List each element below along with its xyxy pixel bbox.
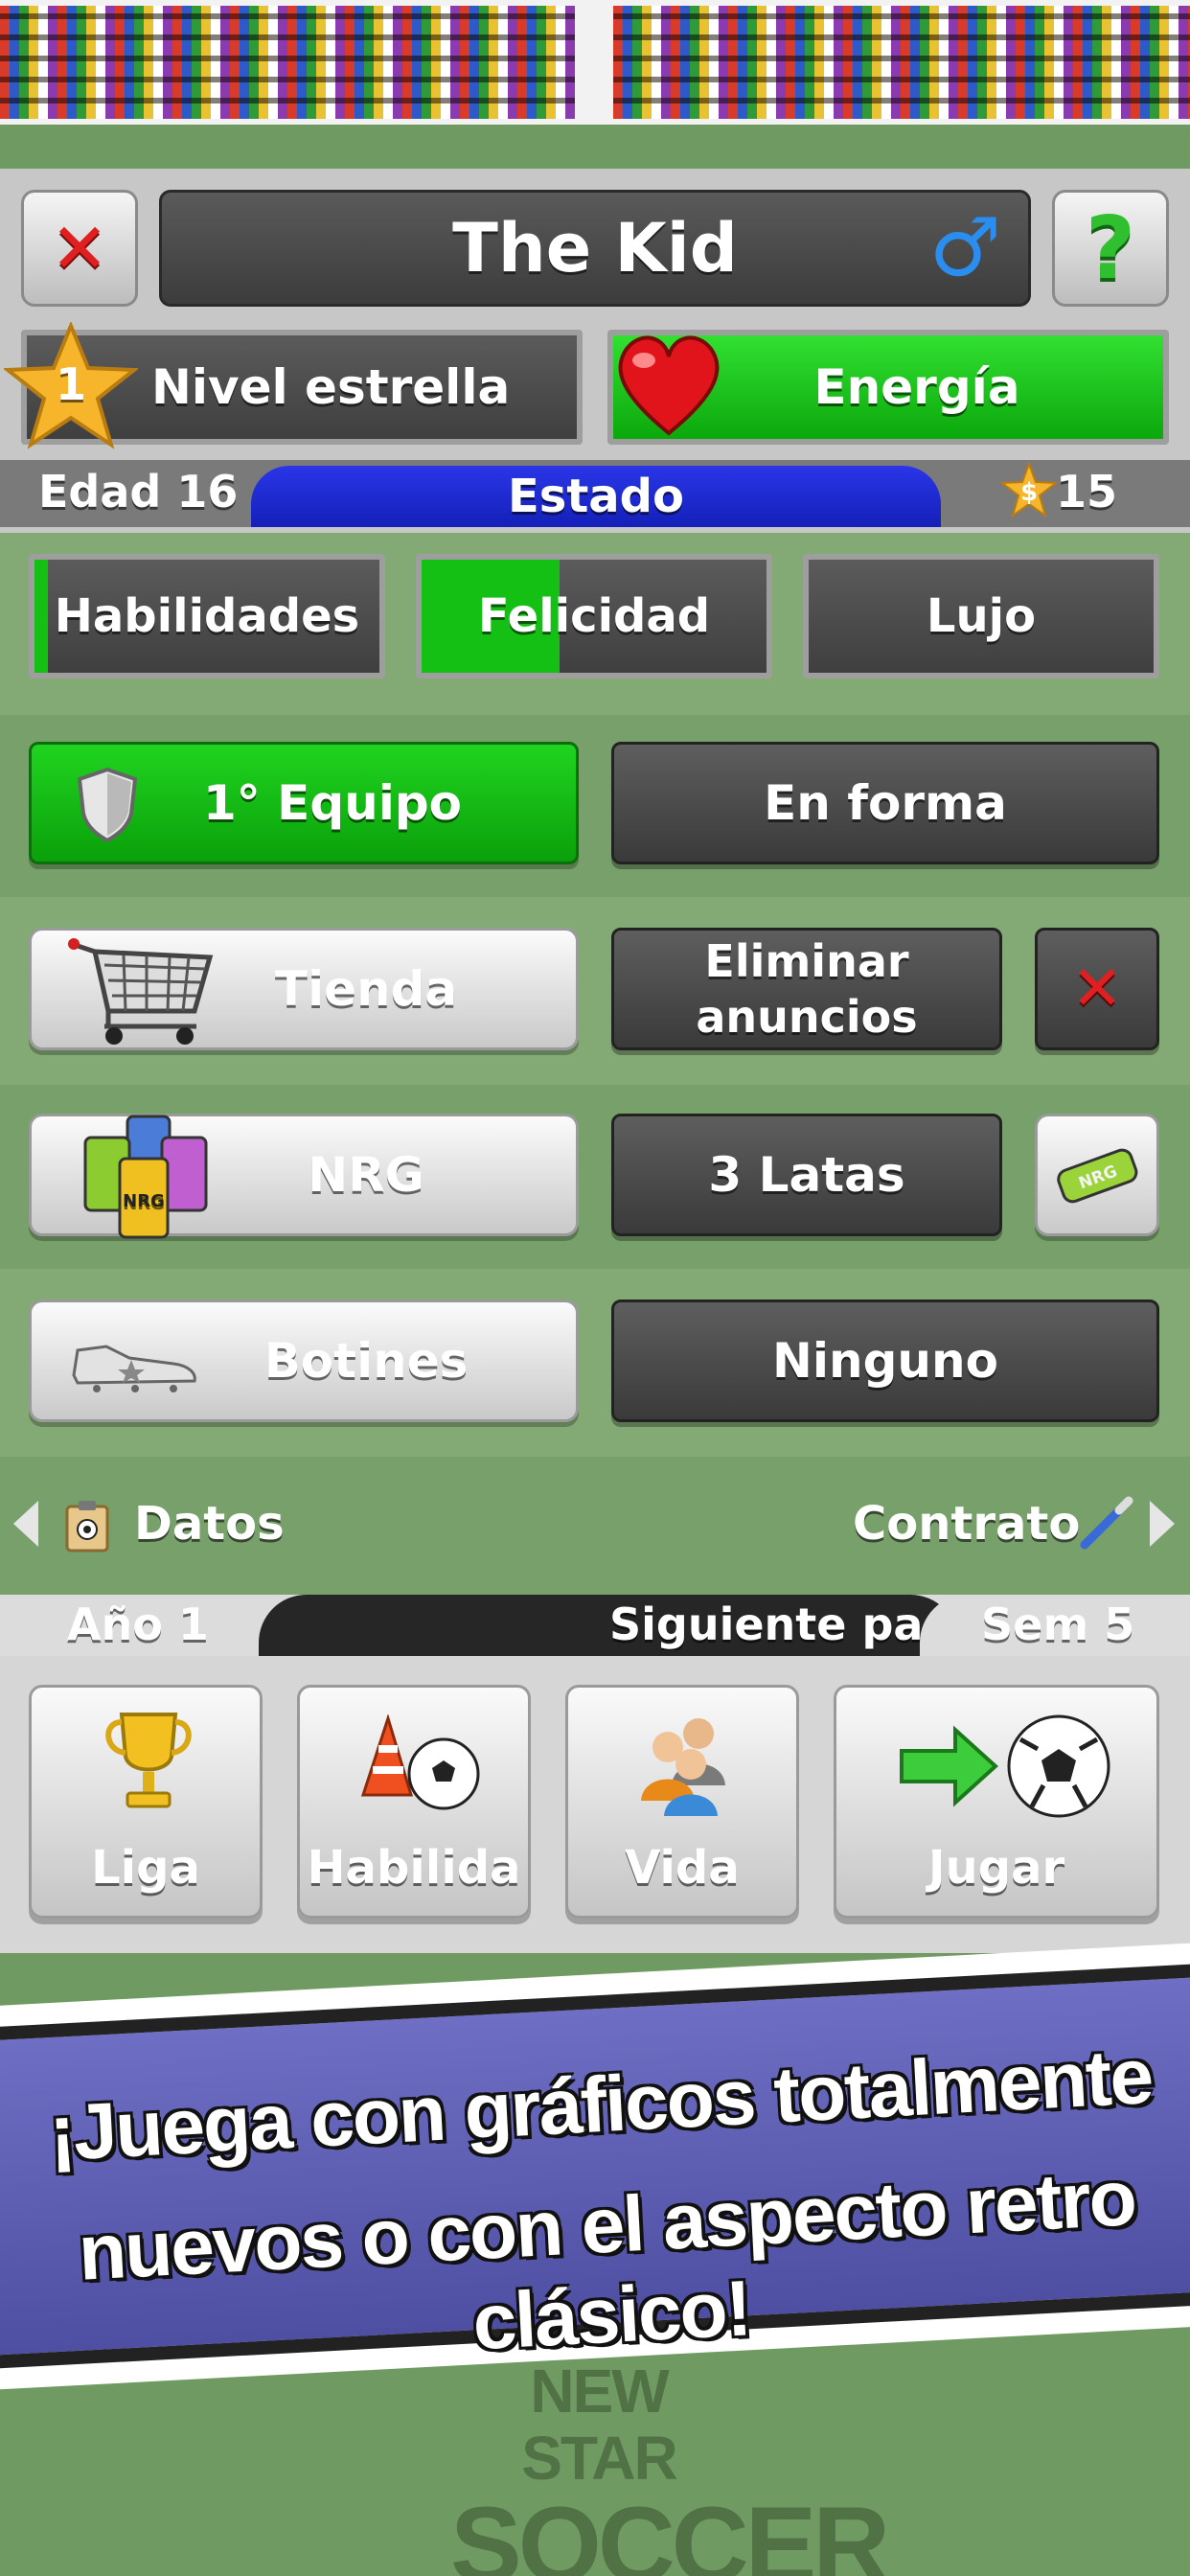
data-link[interactable]: Datos xyxy=(134,1497,285,1551)
star-level-label: Nivel estrella xyxy=(151,359,511,415)
heart-icon xyxy=(618,335,720,436)
status-title: Estado xyxy=(507,470,685,523)
league-button[interactable]: Liga xyxy=(29,1685,263,1919)
energy-cans-icon: NRG xyxy=(83,1115,208,1239)
play-label: Jugar xyxy=(927,1841,1065,1895)
remove-ads-line1: Eliminar xyxy=(704,935,909,987)
boots-button[interactable]: Botines xyxy=(29,1300,579,1422)
nrg-label: NRG xyxy=(308,1147,424,1203)
player-name-bar: The Kid ♂ xyxy=(159,190,1031,307)
crowd-left-image xyxy=(0,6,575,119)
team-label: 1° Equipo xyxy=(202,775,463,831)
year-label: Año 1 xyxy=(67,1598,209,1650)
logo-line-1: NEW STAR xyxy=(521,2357,677,2493)
age-label: Edad 16 xyxy=(38,466,239,518)
status-title-tab: Estado xyxy=(251,466,941,527)
team-button[interactable]: 1° Equipo xyxy=(29,742,579,864)
week-label: Sem 5 xyxy=(981,1598,1135,1650)
drink-can-button[interactable]: NRG xyxy=(1035,1114,1159,1236)
form-label: En forma xyxy=(764,775,1007,831)
life-label: Vida xyxy=(625,1841,740,1895)
close-icon: ✕ xyxy=(50,208,109,288)
arrow-ball-icon xyxy=(900,1714,1110,1818)
nrg-button[interactable]: NRG NRG xyxy=(29,1114,579,1239)
svg-text:$: $ xyxy=(1020,478,1038,507)
male-symbol-icon: ♂ xyxy=(928,200,1001,294)
skills-label: Habilidades xyxy=(54,589,360,643)
football-boot-icon xyxy=(72,1345,196,1392)
stadium-crowd xyxy=(0,0,1190,125)
skills-training-button[interactable]: Habilida xyxy=(297,1685,531,1919)
player-name: The Kid xyxy=(452,209,738,288)
people-icon xyxy=(641,1718,725,1816)
play-button[interactable]: Jugar xyxy=(834,1685,1159,1919)
left-arrow-icon[interactable] xyxy=(13,1501,38,1547)
life-button[interactable]: Vida xyxy=(565,1685,799,1919)
right-arrow-icon[interactable] xyxy=(1150,1501,1175,1547)
happiness-meter[interactable]: Felicidad xyxy=(416,554,772,678)
help-button[interactable]: ? xyxy=(1052,190,1169,307)
shield-icon xyxy=(77,767,138,842)
star-level-number: 1 xyxy=(56,358,87,410)
cans-label: 3 Latas xyxy=(708,1147,905,1203)
promo-banner: ¡Juega con gráficos totalmente nuevos o … xyxy=(0,1940,1190,2392)
skills-meter-fill xyxy=(34,560,49,673)
luxury-label: Lujo xyxy=(926,589,1037,643)
shop-button[interactable]: Tienda xyxy=(29,928,579,1050)
form-status-button[interactable]: En forma xyxy=(611,742,1159,864)
pen-icon xyxy=(1080,1496,1133,1550)
trophy-icon xyxy=(105,1713,192,1808)
league-label: Liga xyxy=(91,1841,200,1895)
energy-label: Energía xyxy=(813,359,1020,415)
next-match-label: Siguiente par xyxy=(609,1598,926,1650)
clipboard-icon xyxy=(65,1501,109,1552)
contract-link[interactable]: Contrato xyxy=(853,1497,1080,1551)
remove-ads-button[interactable]: Eliminar anuncios xyxy=(611,928,1002,1050)
svg-text:NRG: NRG xyxy=(123,1191,165,1211)
close-button[interactable]: ✕ xyxy=(21,190,138,307)
happiness-label: Felicidad xyxy=(477,589,711,643)
remove-ads-line2: anuncios xyxy=(696,991,918,1043)
crowd-right-image xyxy=(613,6,1190,119)
skills-training-label: Habilida xyxy=(307,1841,521,1895)
training-cone-ball-icon xyxy=(360,1714,480,1810)
logo-line-2: SOCCER xyxy=(450,2485,890,2576)
boots-value-button[interactable]: Ninguno xyxy=(611,1300,1159,1422)
remove-ads-close-button[interactable]: ✕ xyxy=(1035,928,1159,1050)
drink-can-icon: NRG xyxy=(1057,1148,1138,1204)
shopping-cart-icon xyxy=(68,938,214,1045)
boots-value: Ninguno xyxy=(772,1333,998,1389)
star-dollar-icon: $ xyxy=(1000,462,1058,518)
money-value: 15 xyxy=(1056,466,1118,518)
game-logo: NEW STAR SOCCER xyxy=(450,2357,890,2576)
skills-meter[interactable]: Habilidades xyxy=(29,554,385,678)
cans-count-button[interactable]: 3 Latas xyxy=(611,1114,1002,1236)
luxury-meter[interactable]: Lujo xyxy=(803,554,1159,678)
boots-label: Botines xyxy=(263,1333,469,1389)
question-mark-icon: ? xyxy=(1085,197,1136,299)
shop-label: Tienda xyxy=(274,961,458,1017)
close-icon: ✕ xyxy=(1071,954,1123,1024)
